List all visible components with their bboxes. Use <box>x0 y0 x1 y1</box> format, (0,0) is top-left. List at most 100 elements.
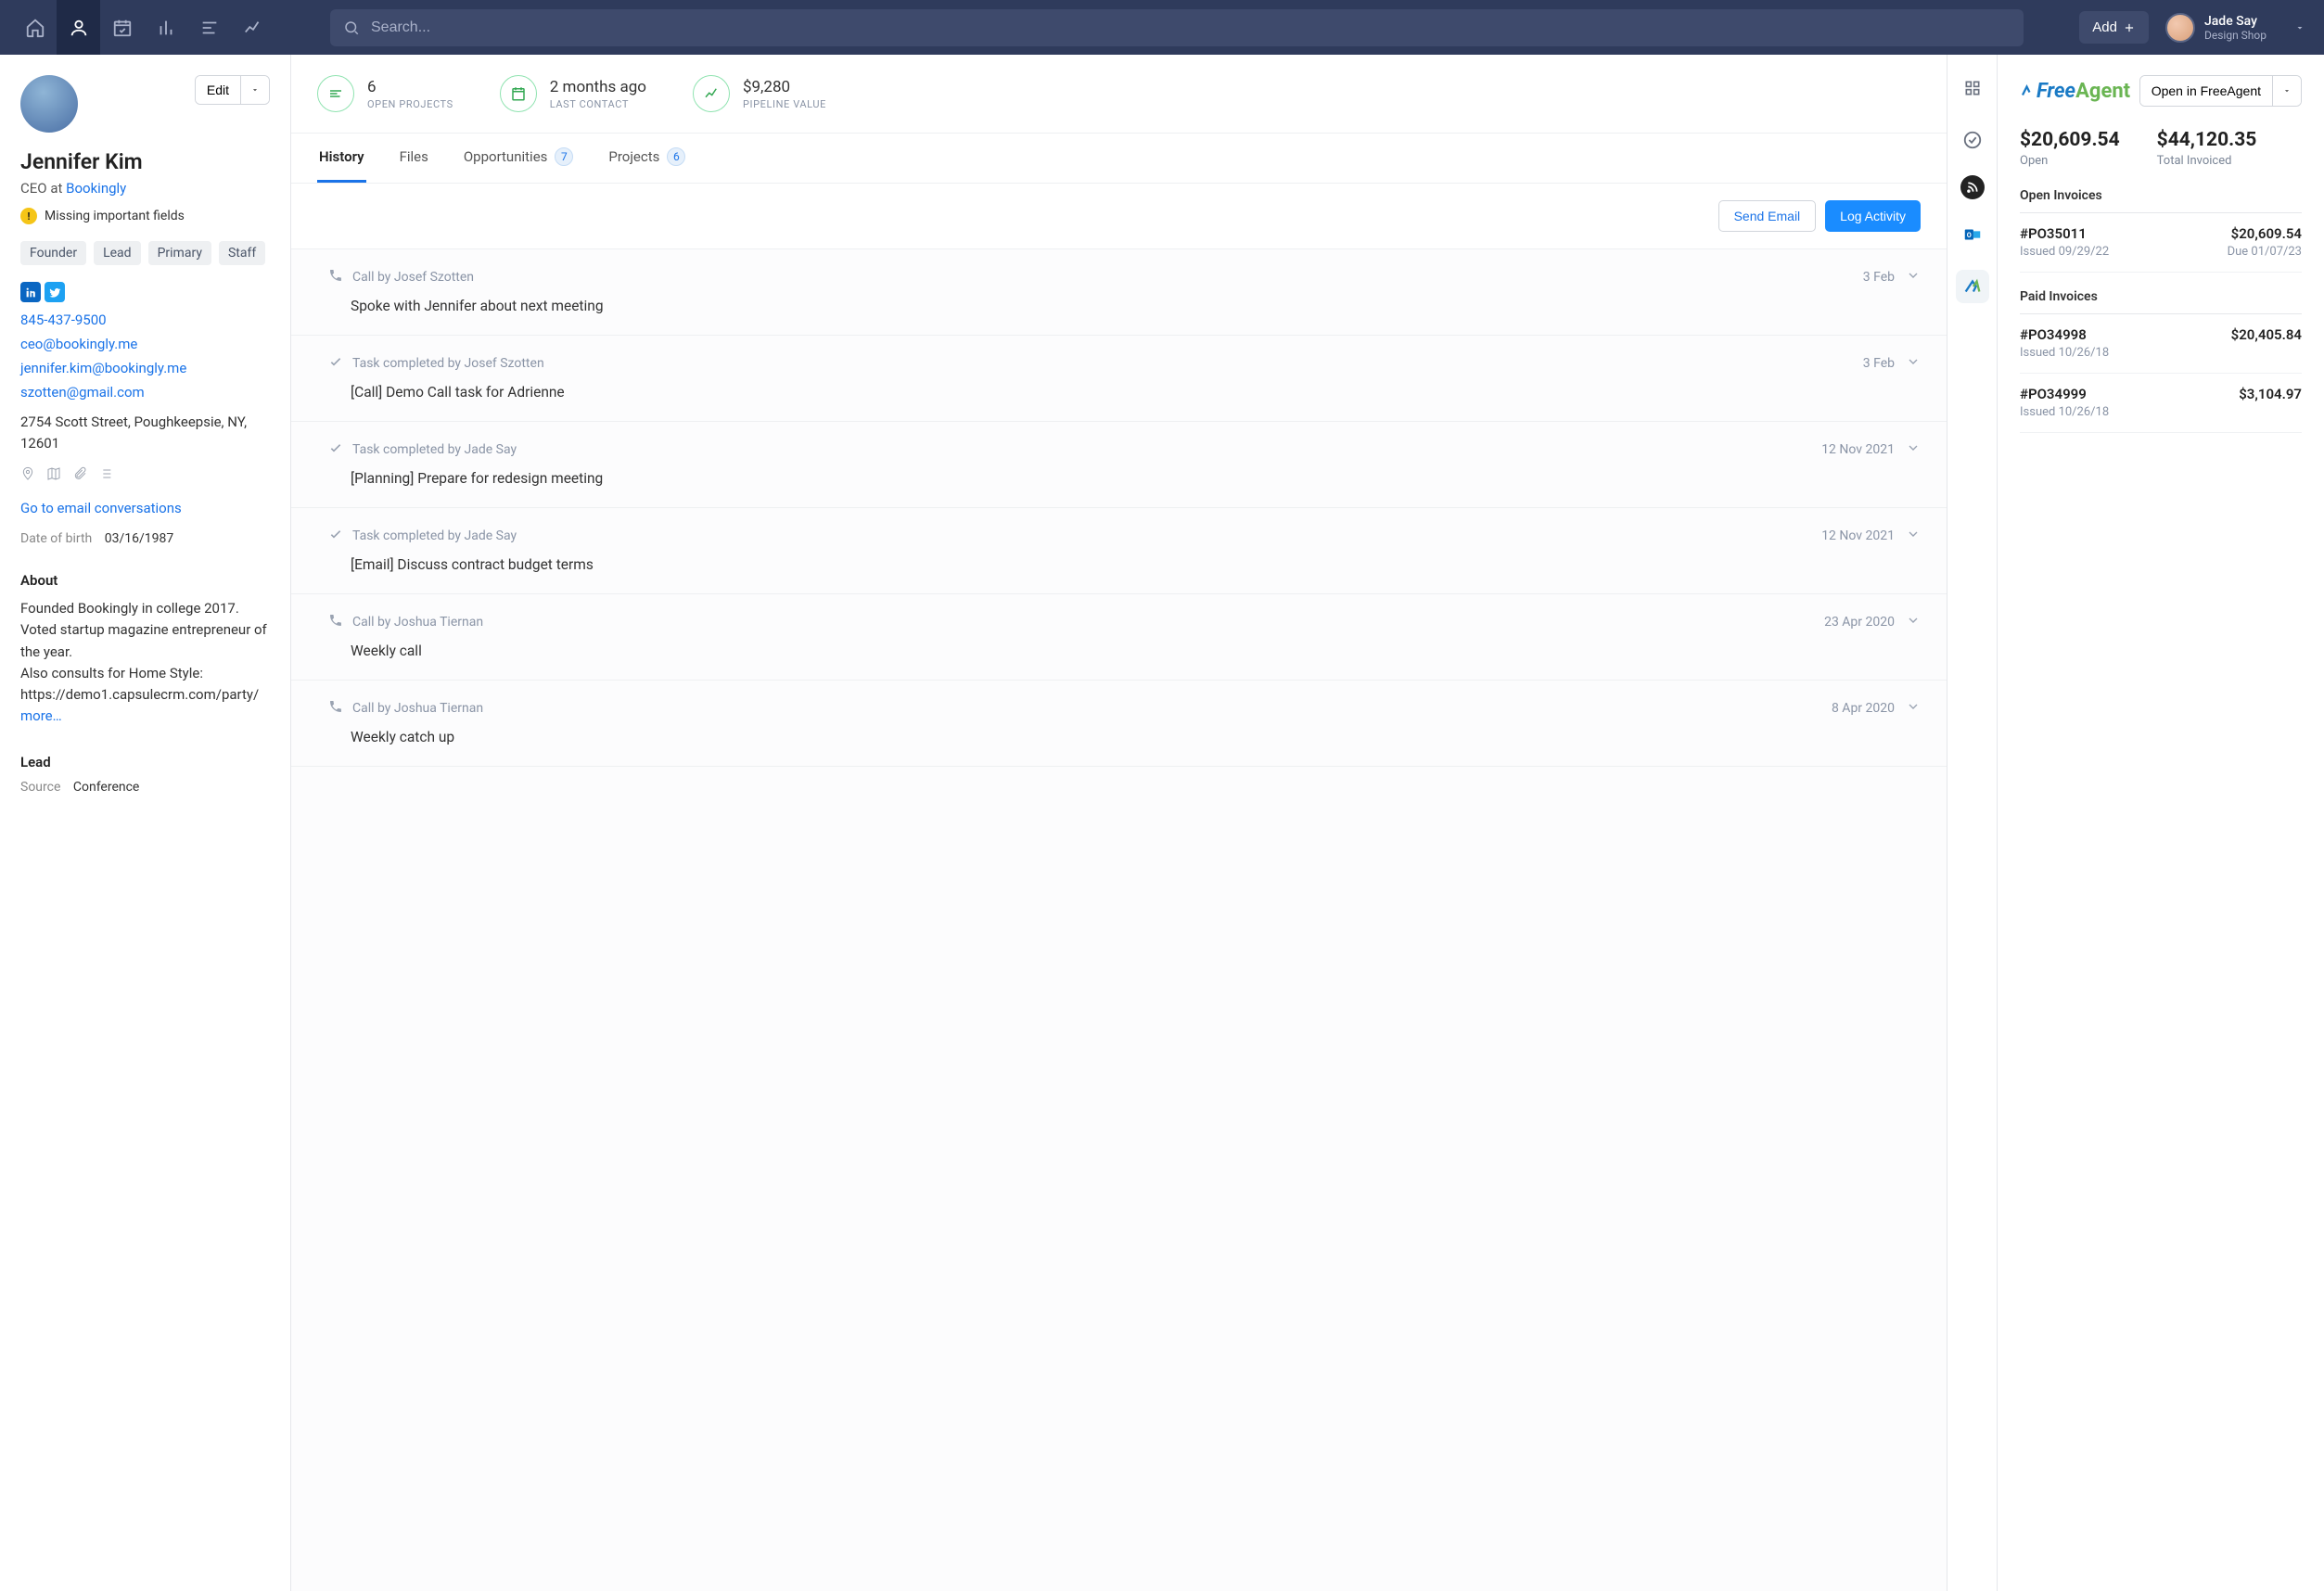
person-icon[interactable] <box>57 0 100 55</box>
stat-pipeline-value[interactable]: $9,280PIPELINE VALUE <box>693 75 826 112</box>
integrations-rail: O <box>1947 55 1998 1591</box>
feed-date: 3 Feb <box>1863 270 1895 285</box>
rss-icon[interactable] <box>1960 175 1985 199</box>
feed-title: [Call] Demo Call task for Adrienne <box>328 384 1921 401</box>
feed-item[interactable]: Call by Joshua Tiernan23 Apr 2020Weekly … <box>291 594 1947 681</box>
invoiced-amount-block: $44,120.35 Total Invoiced <box>2157 129 2257 168</box>
open-freeagent-group: Open in FreeAgent <box>2139 75 2302 107</box>
check-circle-icon[interactable] <box>1956 123 1989 157</box>
meta-icons-row <box>20 466 270 481</box>
invoice-issued: Issued 10/26/18 <box>2020 405 2109 419</box>
freeagent-logo: FreeAgent <box>2020 80 2130 103</box>
invoice-due: Due 01/07/23 <box>2228 245 2302 259</box>
chevron-down-icon <box>2294 22 2305 33</box>
email-link[interactable]: ceo@bookingly.me <box>20 336 270 352</box>
contact-sidebar: Edit Jennifer Kim CEO at Bookingly ! Mis… <box>0 55 290 1591</box>
chevron-down-icon[interactable] <box>1906 268 1921 286</box>
open-freeagent-button[interactable]: Open in FreeAgent <box>2140 76 2272 106</box>
feed-title: Spoke with Jennifer about next meeting <box>328 298 1921 314</box>
company-link[interactable]: Bookingly <box>66 180 126 197</box>
home-icon[interactable] <box>13 0 57 55</box>
freeagent-icon[interactable] <box>1956 270 1989 303</box>
invoice-amount: $20,405.84 <box>2231 326 2302 343</box>
search-input-wrap[interactable] <box>330 9 2024 46</box>
invoice-item[interactable]: #PO34999$3,104.97Issued 10/26/18 <box>2020 374 2302 433</box>
invoice-item[interactable]: #PO35011$20,609.54Issued 09/29/22Due 01/… <box>2020 213 2302 273</box>
paid-invoices-heading: Paid Invoices <box>2020 289 2302 314</box>
tab-projects[interactable]: Projects6 <box>607 134 687 183</box>
invoice-item[interactable]: #PO34998$20,405.84Issued 10/26/18 <box>2020 314 2302 374</box>
linkedin-icon[interactable] <box>20 282 41 302</box>
feed-item[interactable]: Call by Joshua Tiernan8 Apr 2020Weekly c… <box>291 681 1947 767</box>
open-freeagent-caret[interactable] <box>2272 76 2301 106</box>
send-email-button[interactable]: Send Email <box>1718 200 1817 232</box>
lead-heading: Lead <box>20 754 270 770</box>
edit-caret-button[interactable] <box>240 76 269 104</box>
chevron-down-icon[interactable] <box>1906 527 1921 545</box>
trend-icon[interactable] <box>231 0 275 55</box>
chevron-down-icon[interactable] <box>1906 613 1921 631</box>
chevron-down-icon[interactable] <box>1906 699 1921 718</box>
feed-item[interactable]: Task completed by Jade Say12 Nov 2021[Em… <box>291 508 1947 594</box>
warning-row[interactable]: ! Missing important fields <box>20 208 270 224</box>
invoice-amount: $20,609.54 <box>2231 225 2302 242</box>
chevron-down-icon[interactable] <box>1906 354 1921 373</box>
tab-history[interactable]: History <box>317 134 366 183</box>
tab-opportunities[interactable]: Opportunities7 <box>462 134 576 183</box>
location-icon[interactable] <box>20 466 35 481</box>
feed-meta: Call by Joshua Tiernan <box>352 701 483 716</box>
search-input[interactable] <box>371 19 2011 36</box>
invoiced-amount: $44,120.35 <box>2157 129 2257 151</box>
check-icon <box>328 440 343 459</box>
freeagent-panel: FreeAgent Open in FreeAgent $20,609.54 O… <box>1998 55 2324 1591</box>
projects-icon <box>317 75 354 112</box>
log-activity-button[interactable]: Log Activity <box>1825 200 1921 232</box>
tag[interactable]: Founder <box>20 241 86 265</box>
tag[interactable]: Primary <box>148 241 211 265</box>
email-link[interactable]: szotten@gmail.com <box>20 384 270 401</box>
contact-role: CEO at Bookingly <box>20 180 270 197</box>
invoice-id: #PO34999 <box>2020 386 2087 402</box>
warning-text: Missing important fields <box>45 209 185 223</box>
user-menu[interactable]: Jade Say Design Shop <box>2165 13 2311 43</box>
user-name: Jade Say <box>2204 14 2267 29</box>
more-link[interactable]: more… <box>20 707 62 724</box>
tag[interactable]: Lead <box>94 241 140 265</box>
tab-badge: 7 <box>555 147 573 166</box>
grid-icon[interactable] <box>1956 71 1989 105</box>
open-amount: $20,609.54 <box>2020 129 2120 151</box>
feed-item[interactable]: Call by Josef Szotten3 FebSpoke with Jen… <box>291 249 1947 336</box>
feed-title: [Planning] Prepare for redesign meeting <box>328 470 1921 487</box>
search-icon <box>343 19 360 36</box>
calendar-icon <box>500 75 537 112</box>
email-link[interactable]: jennifer.kim@bookingly.me <box>20 360 270 376</box>
tag[interactable]: Staff <box>219 241 265 265</box>
go-email-link[interactable]: Go to email conversations <box>20 500 270 516</box>
feed-item[interactable]: Task completed by Jade Say12 Nov 2021[Pl… <box>291 422 1947 508</box>
feed-title: Weekly call <box>328 643 1921 659</box>
feed-date: 12 Nov 2021 <box>1821 528 1895 543</box>
trend-icon <box>693 75 730 112</box>
list-icon[interactable] <box>98 466 113 481</box>
feed-meta: Task completed by Jade Say <box>352 442 517 457</box>
twitter-icon[interactable] <box>45 282 65 302</box>
attachment-icon[interactable] <box>72 466 87 481</box>
calendar-icon[interactable] <box>100 0 144 55</box>
outlook-icon[interactable]: O <box>1956 218 1989 251</box>
bars-icon[interactable] <box>144 0 187 55</box>
stat-last-contact[interactable]: 2 months agoLAST CONTACT <box>500 75 646 112</box>
invoice-issued: Issued 10/26/18 <box>2020 346 2109 360</box>
edit-button[interactable]: Edit <box>196 76 240 104</box>
chevron-down-icon[interactable] <box>1906 440 1921 459</box>
phone-link[interactable]: 845-437-9500 <box>20 312 270 328</box>
feed-title: [Email] Discuss contract budget terms <box>328 556 1921 573</box>
feed-item[interactable]: Task completed by Josef Szotten3 Feb[Cal… <box>291 336 1947 422</box>
list-icon[interactable] <box>187 0 231 55</box>
map-icon[interactable] <box>46 466 61 481</box>
tabs-row: History Files Opportunities7 Projects6 <box>291 134 1947 184</box>
stat-open-projects[interactable]: 6OPEN PROJECTS <box>317 75 453 112</box>
add-button[interactable]: Add <box>2079 11 2149 44</box>
tab-files[interactable]: Files <box>398 134 430 183</box>
user-org: Design Shop <box>2204 29 2267 42</box>
dob-value: 03/16/1987 <box>105 531 174 546</box>
